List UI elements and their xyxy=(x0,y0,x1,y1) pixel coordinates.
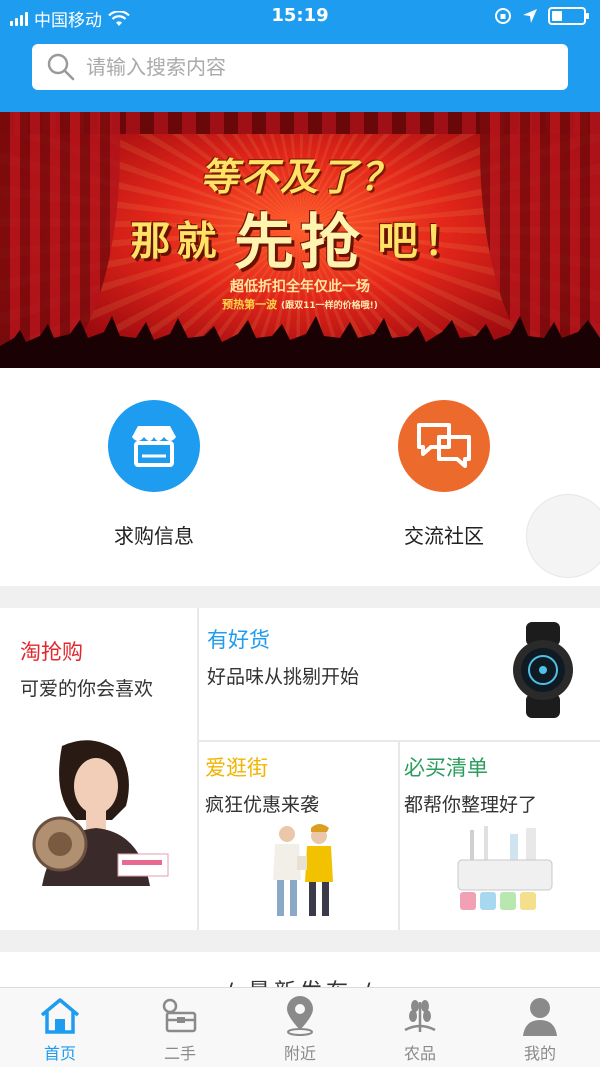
header: 中国移动 15:19 xyxy=(0,0,600,112)
shopping-girls-image xyxy=(273,824,333,916)
search-bar[interactable] xyxy=(32,44,568,90)
user-icon xyxy=(523,998,557,1036)
banner-slogan: 那就 先抢 吧！ xyxy=(130,208,470,278)
category-purchase-info[interactable]: 求购信息 xyxy=(54,400,254,549)
promo-banner[interactable]: 等不及了？ 那就 先抢 吧！ 超低折扣全年仅此一场 预热第一波 (跟双11一样的… xyxy=(0,112,600,368)
model-contact-lens-image xyxy=(32,740,169,886)
chat-icon xyxy=(398,400,490,492)
search-icon xyxy=(47,53,75,81)
promo-youhaohuo[interactable]: 有好货 好品味从挑剔开始 xyxy=(199,608,600,740)
tab-farm-products[interactable]: 农品 xyxy=(360,988,480,1067)
category-label: 求购信息 xyxy=(114,524,194,548)
promo-bimaiqingdan[interactable]: 必买清单 都帮你整理好了 xyxy=(400,742,600,930)
promo-title: 淘抢购 xyxy=(20,640,83,664)
promo-grid: 淘抢购 可爱的你会喜欢 有好货 好品味从挑剔开始 爱逛街 疯狂优惠来袭 必买清单… xyxy=(0,608,600,930)
store-icon xyxy=(108,400,200,492)
category-section: 求购信息 交流社区 xyxy=(0,368,600,586)
banner-headline: 等不及了？ xyxy=(199,155,400,199)
tab-profile[interactable]: 我的 xyxy=(480,988,600,1067)
promo-subtitle: 可爱的你会喜欢 xyxy=(20,678,154,700)
tab-home[interactable]: 首页 xyxy=(0,988,120,1067)
tab-nearby[interactable]: 附近 xyxy=(240,988,360,1067)
promo-title: 爱逛街 xyxy=(205,756,268,780)
home-icon xyxy=(40,998,80,1034)
promo-subtitle: 疯狂优惠来袭 xyxy=(205,794,320,816)
floating-assistive-button[interactable] xyxy=(526,494,600,578)
promo-taoqianggou[interactable]: 淘抢购 可爱的你会喜欢 xyxy=(0,608,197,930)
rotation-lock-icon xyxy=(495,8,511,24)
tab-secondhand[interactable]: 二手 xyxy=(120,988,240,1067)
search-input[interactable] xyxy=(86,55,546,79)
promo-subtitle: 都帮你整理好了 xyxy=(404,794,538,816)
toothbrush-holder-image xyxy=(457,826,553,910)
secondhand-icon xyxy=(162,998,197,1033)
banner-subtitle: 超低折扣全年仅此一场 xyxy=(230,279,370,295)
smartwatch-image xyxy=(513,622,573,718)
promo-title: 必买清单 xyxy=(404,756,488,780)
status-bar: 中国移动 15:19 xyxy=(0,0,600,34)
wheat-icon xyxy=(404,1000,436,1032)
promo-aiguangjie[interactable]: 爱逛街 疯狂优惠来袭 xyxy=(199,742,398,930)
category-label: 交流社区 xyxy=(404,524,484,548)
category-community[interactable]: 交流社区 xyxy=(344,400,544,549)
location-icon xyxy=(287,996,313,1036)
tab-bar: 首页 二手 附近 农品 我的 xyxy=(0,987,600,1067)
crowd-silhouette xyxy=(0,316,600,368)
location-arrow-icon xyxy=(523,9,537,23)
battery-icon xyxy=(548,7,589,25)
